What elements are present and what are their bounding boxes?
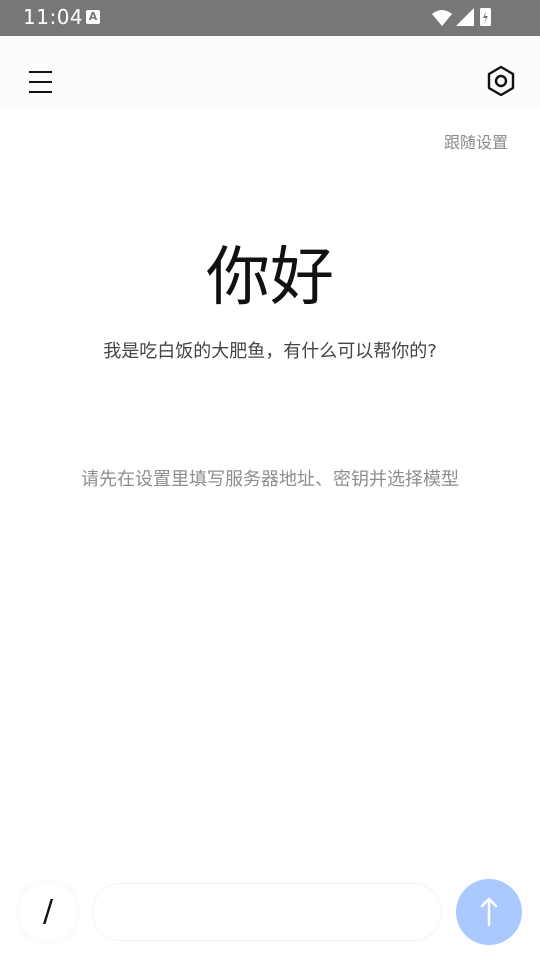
settings-center-icon <box>494 74 508 88</box>
status-time: 11:04 <box>23 5 84 29</box>
send-button[interactable] <box>456 879 522 945</box>
composer-bar: / <box>0 860 540 960</box>
notification-app-icon: A <box>86 10 100 24</box>
slash-command-button[interactable]: / <box>18 882 78 942</box>
hamburger-menu-icon <box>28 71 52 73</box>
wifi-icon <box>432 10 452 26</box>
intro-text: 我是吃白饭的大肥鱼，有什么可以帮你的? <box>103 341 437 362</box>
hexagon-settings-icon <box>487 65 515 97</box>
hamburger-menu-icon-line <box>28 91 52 93</box>
arrow-up-icon <box>480 897 498 927</box>
greeting-title: 你好 <box>206 241 334 315</box>
signal-icon <box>456 8 474 26</box>
hamburger-menu-icon-line <box>28 81 52 83</box>
setup-hint: 请先在设置里填写服务器地址、密钥并选择模型 <box>81 469 459 490</box>
app-bar <box>0 36 540 106</box>
message-input[interactable] <box>92 883 442 941</box>
menu-button[interactable] <box>20 64 60 100</box>
settings-button[interactable] <box>484 64 518 98</box>
status-bar: 11:04 A <box>0 0 540 36</box>
follow-settings-link[interactable]: 跟随设置 <box>444 129 508 153</box>
system-status-icons <box>432 8 491 26</box>
